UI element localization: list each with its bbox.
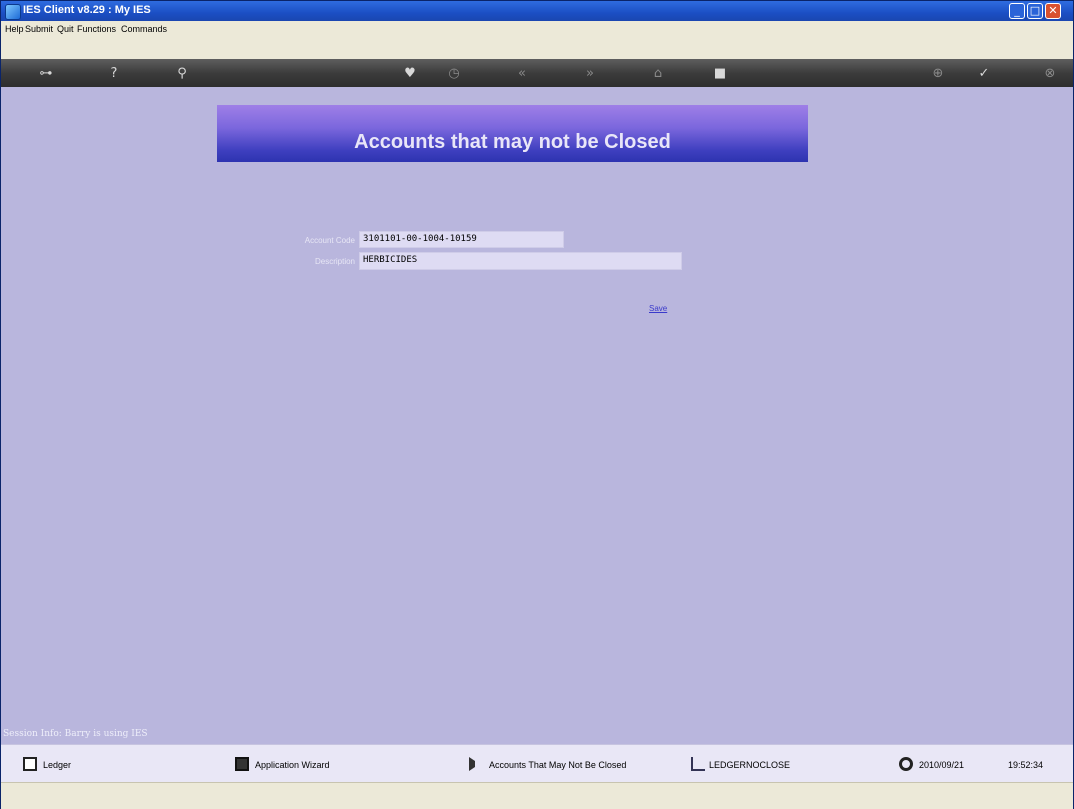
form-header: Accounts that may not be Closed: [217, 105, 808, 162]
clock-status-icon: [899, 757, 913, 771]
content-area: [1, 87, 1073, 727]
account-code-label: Account Code: [304, 236, 355, 245]
maximize-button[interactable]: □: [1027, 3, 1043, 19]
description-label: Description: [314, 257, 355, 266]
key-icon[interactable]: ⊶: [31, 65, 61, 83]
toolbar: [1, 59, 1073, 87]
app-window: IES Client v8.29 : My IES _ □ ✕ Help Sub…: [0, 0, 1074, 809]
menu-submit[interactable]: Submit: [25, 24, 53, 34]
session-info-bar: Session Info: Barry is using IES: [1, 727, 1073, 744]
menu-quit[interactable]: Quit: [57, 24, 74, 34]
title-bar: IES Client v8.29 : My IES _ □ ✕: [1, 1, 1073, 21]
close-window-button[interactable]: ✕: [1045, 3, 1061, 19]
session-info: Session Info: Barry is using IES: [3, 729, 148, 739]
help-icon[interactable]: ?: [105, 65, 123, 83]
status-screen-name[interactable]: Accounts That May Not Be Closed: [489, 760, 626, 770]
menu-help[interactable]: Help: [5, 24, 24, 34]
clock-icon[interactable]: ◷: [445, 65, 463, 83]
ledger-icon: [23, 757, 37, 771]
code-icon: [691, 757, 705, 771]
status-app-wizard[interactable]: Application Wizard: [255, 760, 330, 770]
description-field[interactable]: HERBICIDES: [359, 252, 682, 270]
close-icon[interactable]: ⊗: [1041, 65, 1059, 83]
wizard-icon: [235, 757, 249, 771]
check-icon[interactable]: ✓: [975, 65, 993, 83]
stop-icon[interactable]: ■: [711, 65, 729, 83]
menu-commands[interactable]: Commands: [121, 24, 167, 34]
menu-bar: Help Submit Quit Functions Commands: [1, 21, 1073, 40]
status-time: 19:52:34: [1008, 760, 1044, 770]
minimize-button[interactable]: _: [1009, 3, 1025, 19]
search-icon[interactable]: ⚲: [173, 65, 191, 83]
rewind-icon[interactable]: «: [513, 65, 531, 83]
heart-icon[interactable]: ♥: [401, 65, 419, 83]
home-icon[interactable]: ⌂: [649, 65, 667, 83]
toolbar-band: [1, 39, 1073, 59]
form-title: Accounts that may not be Closed: [354, 131, 671, 153]
bottom-bar: [1, 782, 1073, 809]
status-screen-code[interactable]: LEDGERNOCLOSE: [709, 760, 790, 770]
app-icon: [5, 4, 21, 20]
menu-functions[interactable]: Functions: [77, 24, 116, 34]
status-bar: Ledger Application Wizard Accounts That …: [1, 744, 1073, 783]
window-title: IES Client v8.29 : My IES: [23, 4, 151, 16]
account-code-field[interactable]: 3101101-00-1004-10159: [359, 231, 564, 248]
save-link[interactable]: Save: [649, 304, 667, 313]
status-ledger[interactable]: Ledger: [43, 760, 71, 770]
add-icon[interactable]: ⊕: [929, 65, 947, 83]
forward-icon[interactable]: »: [581, 65, 599, 83]
status-date: 2010/09/21: [919, 760, 965, 770]
screen-icon: [469, 757, 481, 771]
